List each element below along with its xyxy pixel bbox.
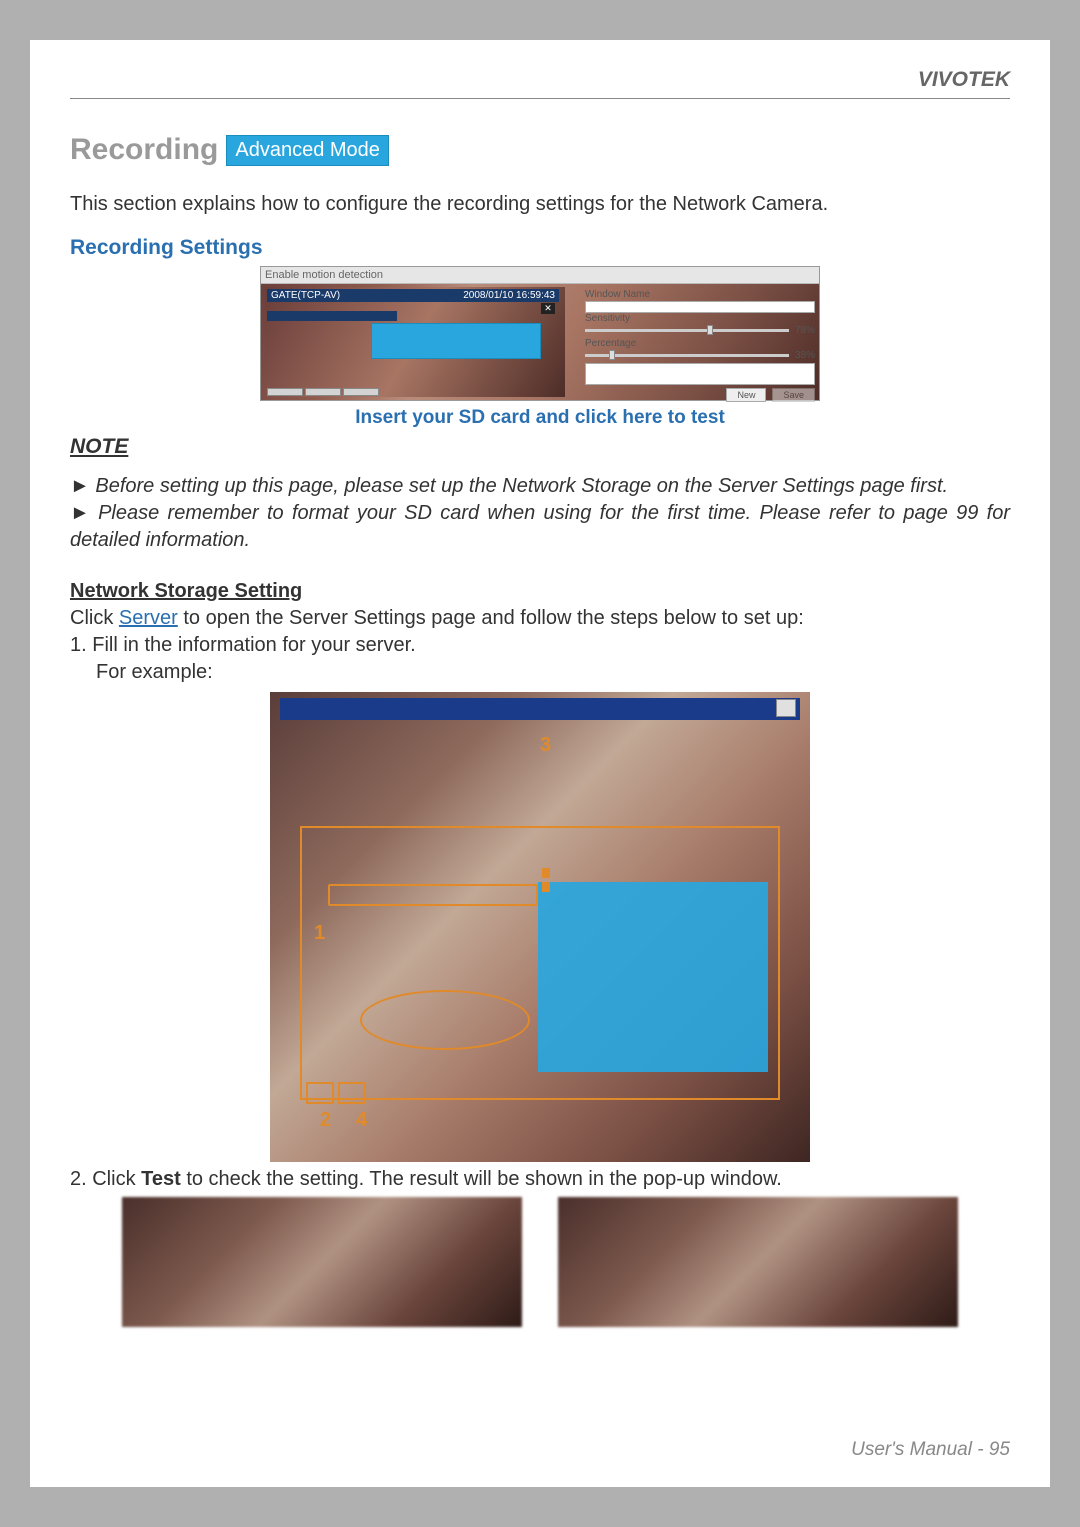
note-item-2: ► Please remember to format your SD card… — [70, 500, 1010, 554]
window-name-input — [585, 301, 815, 313]
window-button-icon — [776, 699, 796, 717]
section-heading-row: Recording Advanced Mode — [70, 133, 1010, 167]
side-blank-area — [585, 363, 815, 385]
result-popup-right — [558, 1197, 958, 1327]
annotation-inner-box — [328, 884, 538, 906]
network-storage-heading: Network Storage Setting — [70, 580, 302, 602]
callout-1: 1 — [314, 922, 325, 945]
sd-card-annotation: Insert your SD card and click here to te… — [70, 407, 1010, 429]
page-header: VIVOTEK — [70, 68, 1010, 99]
enable-motion-checkbox-label: Enable motion detection — [265, 269, 383, 281]
percentage-value: 38% — [795, 350, 815, 361]
color-swatches — [267, 388, 379, 396]
section-intro: This section explains how to configure t… — [70, 191, 1010, 218]
ns-for-example: For example: — [70, 659, 1010, 686]
footer-label: User's Manual - — [851, 1439, 989, 1460]
result-popup-left — [122, 1197, 522, 1327]
ns-step1: 1. Fill in the information for your serv… — [70, 632, 1010, 659]
sensitivity-slider — [585, 329, 789, 332]
result-popups-row — [70, 1197, 1010, 1327]
percentage-slider — [585, 354, 789, 357]
callout-2: 2 — [320, 1109, 331, 1132]
footer-page-number: 95 — [989, 1439, 1010, 1460]
ns-step2: 2. Click Test to check the setting. The … — [70, 1168, 1010, 1191]
close-icon: ✕ — [541, 303, 555, 314]
note-heading: NOTE — [70, 435, 1010, 459]
video-overlay-date — [267, 311, 397, 321]
annotation-small-boxes — [306, 1082, 366, 1104]
brand-label: VIVOTEK — [918, 68, 1010, 92]
cyan-window-overlay — [538, 882, 768, 1072]
annotation-ellipse — [360, 990, 530, 1050]
window-name-label: Window Name — [585, 289, 815, 300]
motion-window — [371, 323, 541, 359]
marker-icon — [542, 868, 550, 878]
manual-page: VIVOTEK Recording Advanced Mode This sec… — [30, 40, 1050, 1487]
section-title: Recording — [70, 133, 218, 167]
sensitivity-label: Sensitivity — [585, 313, 815, 324]
motion-detection-screenshot: Enable motion detection GATE(TCP-AV) 200… — [260, 266, 820, 401]
percentage-label: Percentage — [585, 338, 815, 349]
server-settings-screenshot: 1 2 3 4 — [270, 692, 810, 1162]
callout-4: 4 — [356, 1109, 367, 1132]
new-button: New — [726, 388, 766, 402]
save-button: Save — [772, 388, 815, 402]
marker-icon — [542, 882, 550, 892]
advanced-mode-badge: Advanced Mode — [226, 135, 389, 166]
window-titlebar — [280, 698, 800, 720]
note-item-1: ► Before setting up this page, please se… — [70, 473, 1010, 500]
note-list: ► Before setting up this page, please se… — [70, 473, 1010, 554]
callout-3: 3 — [540, 734, 551, 757]
page-footer: User's Manual - 95 — [851, 1439, 1010, 1461]
ns-line1-pre: Click — [70, 607, 119, 629]
video-overlay-title: GATE(TCP-AV) 2008/01/10 16:59:43 — [267, 289, 559, 302]
motion-side-panel: Window Name Sensitivity 78% Percentage 3… — [585, 289, 815, 404]
network-storage-block: Network Storage Setting Click Server to … — [70, 578, 1010, 686]
sensitivity-value: 78% — [795, 325, 815, 336]
server-link[interactable]: Server — [119, 607, 178, 629]
ns-line1-post: to open the Server Settings page and fol… — [178, 607, 804, 629]
test-bold: Test — [141, 1168, 181, 1190]
recording-settings-heading: Recording Settings — [70, 236, 1010, 260]
